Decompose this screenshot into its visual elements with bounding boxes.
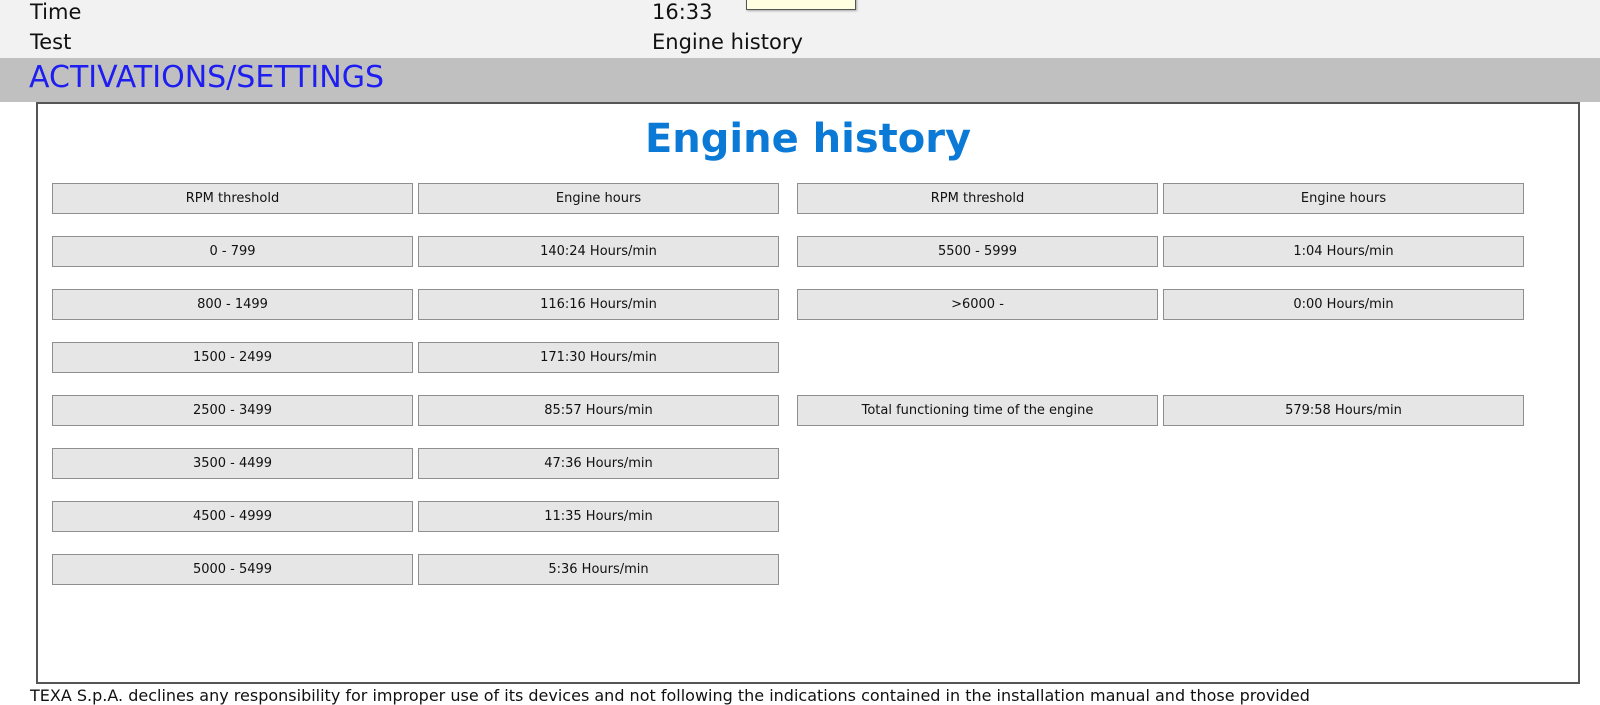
engine-history-panel: Engine history RPM threshold Engine hour…: [36, 102, 1580, 684]
engine-hours-cell: 116:16 Hours/min: [418, 289, 779, 320]
engine-hours-cell: 171:30 Hours/min: [418, 342, 779, 373]
rpm-range-cell: 5500 - 5999: [797, 236, 1158, 267]
rpm-range-cell: 4500 - 4999: [52, 501, 413, 532]
rpm-range-cell: 2500 - 3499: [52, 395, 413, 426]
engine-hours-cell: 47:36 Hours/min: [418, 448, 779, 479]
engine-hours-cell: 85:57 Hours/min: [418, 395, 779, 426]
rpm-range-cell: 3500 - 4499: [52, 448, 413, 479]
time-label: Time: [30, 0, 82, 24]
time-value: 16:33: [652, 0, 713, 24]
disclaimer-text: TEXA S.p.A. declines any responsibility …: [30, 686, 1310, 705]
tooltip-popup: [746, 0, 856, 10]
rpm-range-cell: 1500 - 2499: [52, 342, 413, 373]
total-time-label: Total functioning time of the engine: [797, 395, 1158, 426]
test-value: Engine history: [652, 30, 803, 54]
left-header-hours: Engine hours: [418, 183, 779, 214]
total-time-value: 579:58 Hours/min: [1163, 395, 1524, 426]
test-label: Test: [30, 30, 72, 54]
right-header-hours: Engine hours: [1163, 183, 1524, 214]
section-header: ACTIVATIONS/SETTINGS: [0, 58, 1600, 102]
rpm-range-cell: 0 - 799: [52, 236, 413, 267]
rpm-range-cell: 800 - 1499: [52, 289, 413, 320]
engine-hours-cell: 5:36 Hours/min: [418, 554, 779, 585]
rpm-range-cell: >6000 -: [797, 289, 1158, 320]
right-header-rpm: RPM threshold: [797, 183, 1158, 214]
panel-title: Engine history: [644, 116, 972, 162]
info-band: Time 16:33 Test Engine history: [0, 0, 1600, 58]
engine-hours-cell: 1:04 Hours/min: [1163, 236, 1524, 267]
info-row-test: Test Engine history: [0, 30, 1600, 60]
engine-hours-cell: 11:35 Hours/min: [418, 501, 779, 532]
rpm-range-cell: 5000 - 5499: [52, 554, 413, 585]
engine-hours-cell: 0:00 Hours/min: [1163, 289, 1524, 320]
left-header-rpm: RPM threshold: [52, 183, 413, 214]
section-title: ACTIVATIONS/SETTINGS: [29, 60, 384, 95]
engine-hours-cell: 140:24 Hours/min: [418, 236, 779, 267]
